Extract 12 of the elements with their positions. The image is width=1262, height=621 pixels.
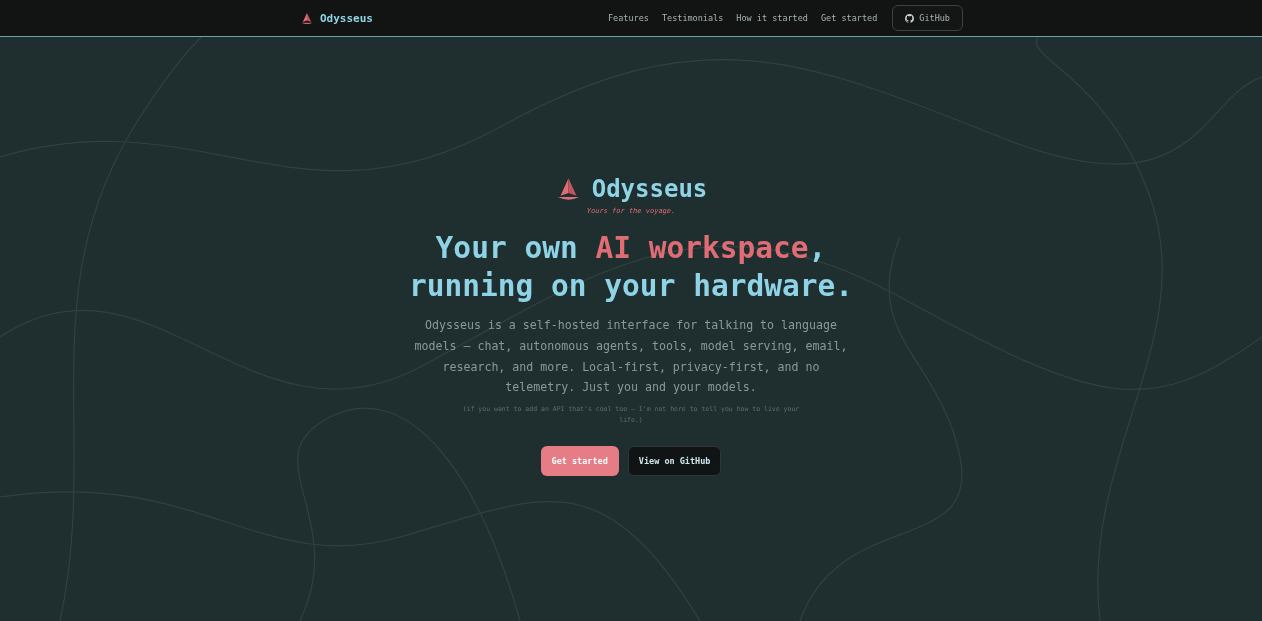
headline: Your own AI workspace, running on your hardware. <box>409 230 853 305</box>
nav-link[interactable]: How it started <box>736 13 808 23</box>
nav-link[interactable]: Features <box>607 13 649 23</box>
github-button[interactable]: View on GitHub <box>627 446 722 477</box>
github-button[interactable]: GitHub <box>892 5 963 31</box>
sailboat-icon <box>300 11 314 25</box>
nav-link[interactable]: Testimonials <box>661 13 724 23</box>
description: Odysseus is a self-hosted interface for talking to language models — chat, autonomous agents, tools, model serving, email, research, and more. Local-first, privacy-first, and no telemetry. Just you and your models. <box>413 317 849 397</box>
brand-name[interactable]: Odysseus <box>320 11 373 25</box>
github-icon <box>905 13 915 23</box>
nav-link[interactable]: Get started <box>821 13 878 23</box>
app-title: Odysseus <box>591 175 708 203</box>
